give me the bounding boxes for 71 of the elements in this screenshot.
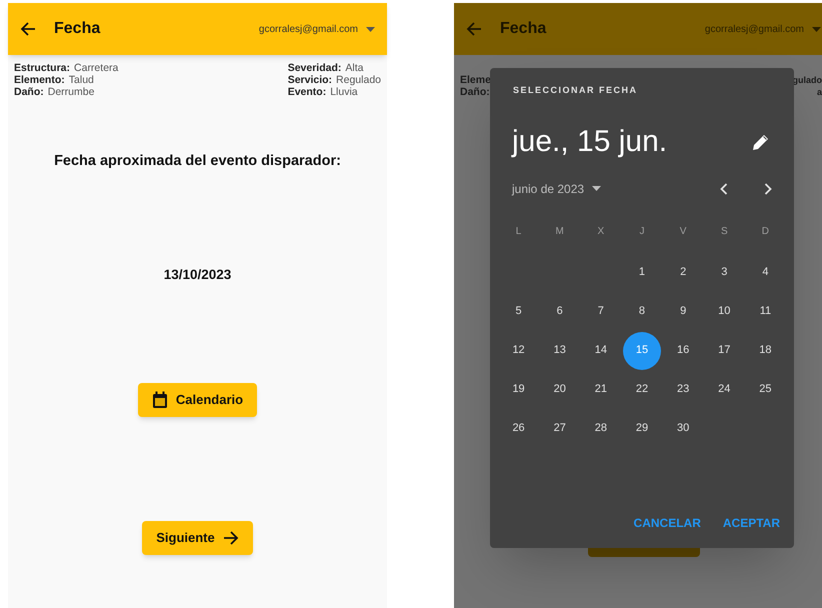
detail-label: Elemento:: [14, 74, 65, 86]
weekday-label: J: [638, 224, 646, 238]
calendar-day[interactable]: 4: [746, 254, 784, 292]
detail-label: a: [816, 86, 822, 98]
detail-value: Regulado: [336, 74, 381, 86]
caret-icon: [592, 186, 602, 191]
caret-icon: [812, 26, 821, 32]
calendar-icon: [152, 391, 168, 409]
detail-label: Estructura:: [14, 62, 70, 74]
calendar-day[interactable]: 17: [705, 332, 744, 370]
detail-label: Daño:: [460, 86, 490, 98]
screen-title: Fecha: [500, 19, 546, 39]
detail-label: Evento:: [288, 86, 326, 98]
weekday-label: D: [760, 224, 770, 238]
detail-value: Lluvia: [330, 86, 358, 98]
detail-label: gulado: [792, 74, 822, 86]
calendar-day[interactable]: 7: [582, 292, 620, 330]
calendar-day[interactable]: 22: [622, 370, 661, 408]
calendar-day[interactable]: 26: [500, 410, 538, 448]
detail-value: Talud: [68, 74, 94, 86]
calendar-day[interactable]: 11: [746, 292, 784, 330]
calendar-day[interactable]: 5: [500, 292, 538, 330]
detail-label: Servicio:: [288, 74, 332, 86]
calendar-day[interactable]: 16: [664, 332, 702, 370]
calendar-day[interactable]: 1: [622, 254, 661, 292]
detail-value: Derrumbe: [48, 86, 94, 98]
weekday-label: L: [514, 224, 522, 238]
pencil-icon[interactable]: [752, 132, 770, 150]
calendar-day[interactable]: 21: [582, 370, 620, 408]
chevron-left-icon[interactable]: [720, 182, 728, 194]
detail-label: Severidad:: [288, 62, 342, 74]
calendar-day[interactable]: 14: [582, 332, 620, 370]
arrow-right-icon: [222, 531, 239, 545]
calendar-day[interactable]: 20: [540, 370, 579, 408]
account-email[interactable]: gcorralesj@gmail.com: [258, 22, 358, 36]
detail-value: Carretera: [74, 62, 118, 74]
calendar-day[interactable]: 24: [705, 370, 744, 408]
dialog-heading: SELECCIONAR FECHA: [513, 84, 639, 97]
detail-label: Daño:: [14, 86, 44, 98]
month-selector[interactable]: junio de 2023: [512, 180, 602, 198]
date-value: 13/10/2023: [162, 266, 232, 284]
calendar-day[interactable]: 2: [664, 254, 702, 292]
weekday-label: V: [678, 224, 688, 238]
detail-value: Alta: [345, 62, 364, 74]
next-button[interactable]: Siguiente: [142, 521, 253, 555]
weekday-label: M: [554, 224, 565, 238]
caret-icon: [366, 26, 375, 32]
calendar-day[interactable]: 12: [500, 332, 538, 370]
calendar-day[interactable]: 28: [582, 410, 620, 448]
calendar-day[interactable]: 10: [705, 292, 744, 330]
weekday-label: X: [596, 224, 606, 238]
back-arrow-icon[interactable]: [20, 21, 36, 37]
calendar-day[interactable]: 8: [622, 292, 661, 330]
calendar-button[interactable]: Calendario: [138, 383, 257, 417]
selected-date: jue., 15 jun.: [512, 124, 668, 160]
weekday-label: S: [720, 224, 729, 238]
calendar-day[interactable]: 23: [664, 370, 702, 408]
calendar-day[interactable]: 25: [746, 370, 784, 408]
calendar-day[interactable]: 30: [664, 410, 702, 448]
calendar-day[interactable]: 19: [500, 370, 538, 408]
calendar-day[interactable]: 27: [540, 410, 579, 448]
detail-label: Eleme: [460, 74, 491, 86]
calendar-day[interactable]: 6: [540, 292, 579, 330]
prompt-text: Fecha aproximada del evento disparador:: [53, 152, 342, 171]
screen-title: Fecha: [54, 19, 100, 39]
calendar-day[interactable]: 3: [705, 254, 744, 292]
calendar-day[interactable]: 29: [622, 410, 661, 448]
calendar-day[interactable]: 13: [540, 332, 579, 370]
calendar-day[interactable]: 18: [746, 332, 784, 370]
calendar-day[interactable]: 9: [664, 292, 702, 330]
chevron-right-icon[interactable]: [764, 182, 772, 194]
